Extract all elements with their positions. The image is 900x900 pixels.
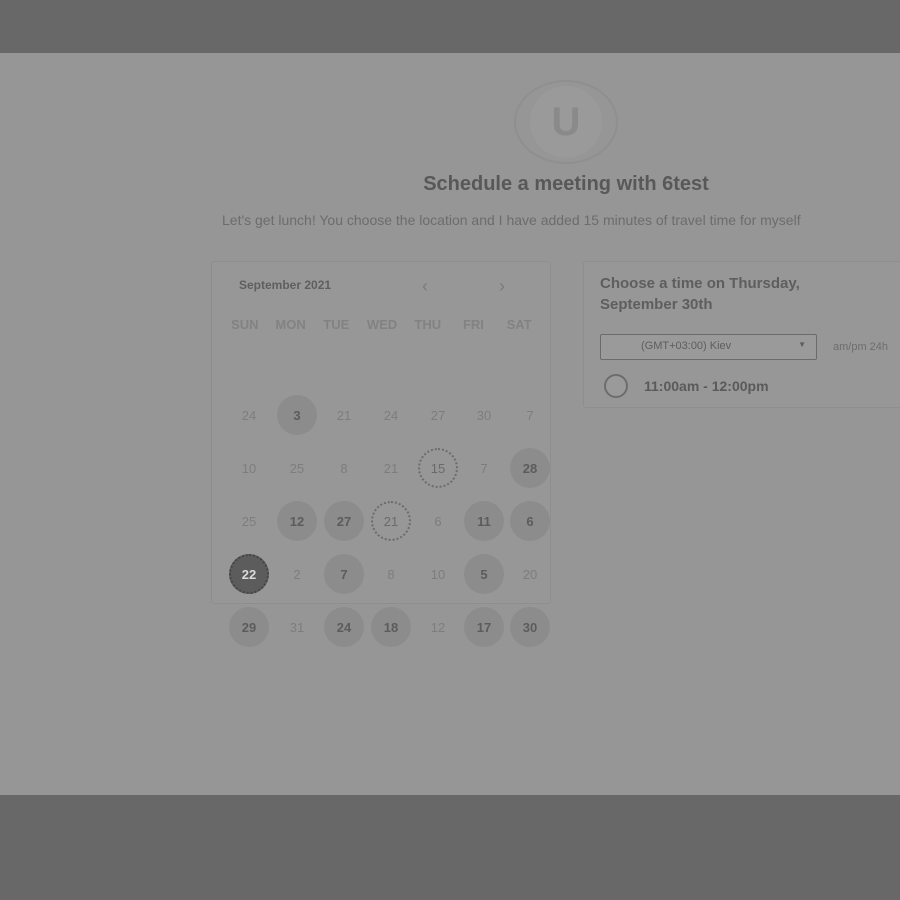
calendar-day: 12 [430, 619, 446, 635]
time-format-toggle[interactable]: am/pm 24h [833, 341, 888, 353]
calendar-day: 31 [289, 619, 305, 635]
time-picker: Choose a time on Thursday, September 30t… [583, 261, 900, 408]
calendar-day: 25 [289, 460, 305, 476]
timezone-select[interactable]: (GMT+03:00) Kiev ▼ [600, 334, 817, 360]
calendar: September 2021 ‹ › SUN MON TUE WED THU FRI SAT… [211, 261, 551, 647]
calendar-day: 7 [526, 407, 534, 423]
weekday-label: SUN [231, 317, 259, 332]
time-picker-heading: Choose a time on Thursday, September 30t… [600, 275, 800, 313]
caret-down-icon: ▼ [798, 340, 806, 349]
calendar-month-label: September 2021 [239, 278, 332, 292]
calendar-day[interactable]: 17 [464, 607, 504, 647]
calendar-day[interactable]: 24 [324, 607, 364, 647]
calendar-day: 20 [522, 566, 538, 582]
time-slot[interactable]: 11:00am - 12:00pm [604, 374, 769, 398]
calendar-day: 21 [383, 460, 399, 476]
calendar-day: 8 [340, 460, 348, 476]
time-slot-label: 11:00am - 12:00pm [644, 378, 769, 394]
calendar-day[interactable]: 30 [510, 607, 550, 647]
weekday-header: SUN MON TUE WED THU FRI SAT [222, 317, 542, 332]
calendar-day: 10 [430, 566, 446, 582]
weekday-label: TUE [323, 317, 350, 332]
calendar-day: 27 [430, 407, 446, 423]
calendar-day: 30 [476, 407, 492, 423]
page-description: Let's get lunch! You choose the location… [222, 212, 801, 228]
calendar-day[interactable]: 15 [418, 448, 458, 488]
chevron-left-icon[interactable]: ‹ [422, 276, 428, 297]
calendar-day: 6 [434, 513, 442, 529]
page-title: Schedule a meeting with 6test [423, 173, 709, 195]
calendar-day[interactable]: 6 [510, 501, 550, 541]
weekday-label: FRI [462, 317, 484, 332]
calendar-day: 24 [241, 407, 257, 423]
calendar-day[interactable]: 21 [371, 501, 411, 541]
calendar-day[interactable]: 7 [324, 554, 364, 594]
calendar-day[interactable]: 18 [371, 607, 411, 647]
calendar-day[interactable]: 28 [510, 448, 550, 488]
logo-icon: U [530, 86, 602, 158]
calendar-day[interactable]: 12 [277, 501, 317, 541]
weekday-label: MON [275, 317, 306, 332]
calendar-day: 21 [336, 407, 352, 423]
calendar-day: 7 [480, 460, 488, 476]
calendar-day[interactable]: 29 [229, 607, 269, 647]
calendar-day[interactable]: 11 [464, 501, 504, 541]
timezone-value: (GMT+03:00) Kiev [641, 340, 732, 352]
booking-page: U Schedule a meeting with 6test Let's ge… [0, 53, 900, 795]
weekday-label: THU [414, 317, 442, 332]
radio-button[interactable] [604, 374, 628, 398]
calendar-day[interactable]: 27 [324, 501, 364, 541]
calendar-day: 24 [383, 407, 399, 423]
weekday-label: WED [366, 317, 398, 332]
calendar-day: 25 [241, 513, 257, 529]
avatar: U [514, 80, 618, 164]
calendar-day: 8 [387, 566, 395, 582]
calendar-day: 2 [293, 566, 301, 582]
calendar-day[interactable]: 3 [277, 395, 317, 435]
weekday-label: SAT [506, 317, 532, 332]
calendar-day: 10 [241, 460, 257, 476]
calendar-day[interactable]: 5 [464, 554, 504, 594]
calendar-day-selected[interactable]: 22 [229, 554, 269, 594]
chevron-right-icon[interactable]: › [499, 276, 505, 297]
